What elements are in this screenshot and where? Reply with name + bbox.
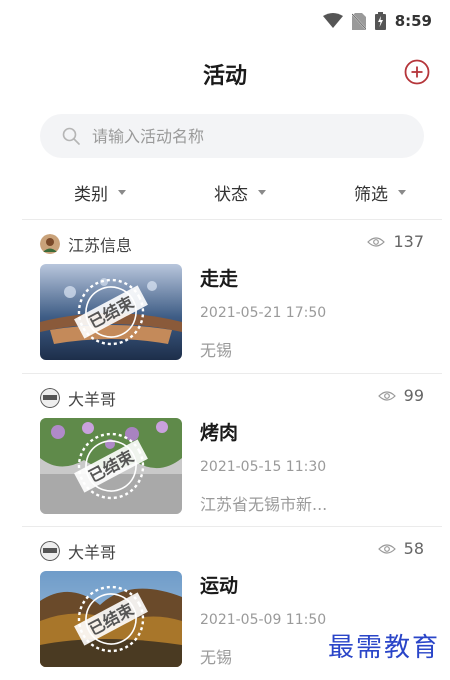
views-count: 99 — [403, 386, 424, 405]
status-icons: 8:59 — [322, 12, 432, 30]
wifi-icon — [322, 13, 343, 28]
watermark: 最需教育 — [327, 633, 440, 663]
avatar — [40, 388, 60, 408]
activity-datetime: 2021-05-09 11:50 — [200, 612, 327, 628]
activity-info: 运动 2021-05-09 11:50 无锡 — [200, 571, 326, 668]
search-icon — [62, 127, 80, 145]
activity-datetime: 2021-05-21 17:50 — [200, 305, 327, 321]
activity-thumbnail: 已结束 — [40, 264, 182, 360]
author: 大羊哥 — [40, 539, 116, 563]
filter-status-label: 状态 — [214, 185, 248, 205]
avatar — [40, 541, 60, 561]
activity-title: 运动 — [200, 575, 239, 597]
activity-title: 走走 — [200, 268, 239, 290]
no-sim-icon — [351, 12, 366, 30]
views-count: 58 — [403, 539, 424, 558]
caret-down-icon — [258, 190, 266, 195]
view-count: 137 — [367, 232, 424, 251]
caret-down-icon — [398, 190, 406, 195]
filter-more-label: 筛选 — [354, 185, 388, 205]
activity-thumbnail: 已结束 — [40, 571, 182, 667]
page-title: 活动 — [202, 64, 247, 89]
search-input[interactable] — [92, 126, 382, 146]
filter-status[interactable]: 状态 — [214, 180, 266, 205]
header: 活动 — [0, 52, 450, 94]
author: 江苏信息 — [40, 232, 132, 256]
view-count: 99 — [377, 386, 424, 405]
activity-location: 无锡 — [200, 648, 233, 667]
eye-icon — [377, 543, 396, 554]
filter-bar: 类别 状态 筛选 — [0, 180, 450, 210]
author-name: 江苏信息 — [68, 236, 133, 255]
filter-category[interactable]: 类别 — [74, 180, 126, 205]
view-count: 58 — [377, 539, 424, 558]
filter-more[interactable]: 筛选 — [354, 180, 406, 205]
author-name: 大羊哥 — [68, 390, 117, 409]
activity-thumbnail: 已结束 — [40, 418, 182, 514]
activity-info: 烤肉 2021-05-15 11:30 江苏省无锡市新... — [200, 418, 327, 515]
activity-location: 江苏省无锡市新... — [200, 495, 328, 514]
status-bar: 8:59 — [0, 0, 450, 40]
eye-icon — [377, 390, 396, 401]
battery-charging-icon — [374, 12, 386, 30]
activity-title: 烤肉 — [200, 422, 239, 444]
author: 大羊哥 — [40, 386, 116, 410]
activity-info: 走走 2021-05-21 17:50 无锡 — [200, 264, 326, 361]
status-time: 8:59 — [394, 12, 432, 30]
filter-category-label: 类别 — [74, 185, 108, 205]
eye-icon — [367, 236, 386, 247]
activity-location: 无锡 — [200, 341, 233, 360]
avatar — [40, 234, 60, 254]
author-name: 大羊哥 — [68, 543, 117, 562]
search-bar[interactable] — [40, 114, 424, 158]
activity-datetime: 2021-05-15 11:30 — [200, 459, 327, 475]
add-activity-button[interactable] — [404, 59, 430, 85]
activity-card[interactable]: 江苏信息 137 已结束 走走 2021-05-21 17:50 无锡 — [0, 220, 450, 370]
activity-card[interactable]: 大羊哥 99 已结束 烤肉 2021-05-15 11:30 江苏省无锡市新..… — [0, 374, 450, 524]
caret-down-icon — [118, 190, 126, 195]
views-count: 137 — [393, 232, 424, 251]
